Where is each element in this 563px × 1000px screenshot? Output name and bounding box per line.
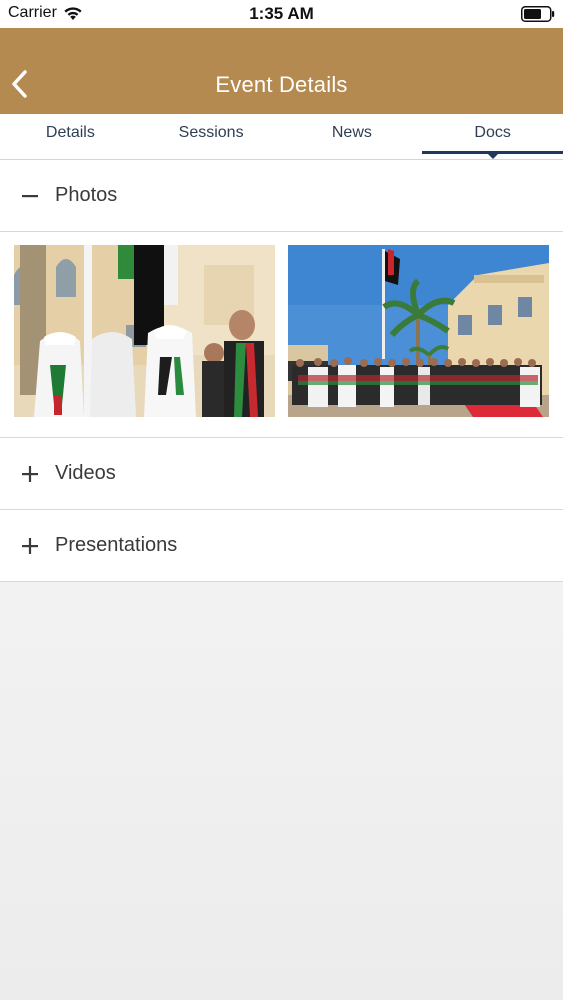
tab-label: Details (45, 124, 95, 141)
photo-flag-ceremony-closeup (14, 245, 275, 417)
battery-icon (521, 6, 555, 22)
tab-label: Docs (474, 124, 511, 141)
section-label: Presentations (55, 534, 178, 556)
photos-gallery (0, 232, 563, 438)
minus-icon (22, 194, 38, 197)
photo-thumbnail[interactable] (14, 245, 275, 417)
tab-news[interactable]: News (282, 114, 423, 159)
section-photos-header[interactable]: Photos (0, 160, 563, 232)
section-videos-header[interactable]: Videos (0, 438, 563, 510)
tab-bar: Details Sessions News Docs (0, 114, 563, 160)
status-bar: Carrier 1:35 AM (0, 0, 563, 28)
tab-label: Sessions (178, 124, 244, 141)
nav-bar: Event Details (0, 28, 563, 114)
tab-details[interactable]: Details (0, 114, 141, 159)
plus-icon (22, 465, 38, 482)
tab-label: News (331, 124, 372, 141)
section-label: Photos (55, 184, 118, 206)
plus-icon (22, 537, 38, 554)
section-label: Videos (55, 462, 116, 484)
tab-sessions[interactable]: Sessions (141, 114, 282, 159)
tab-indicator-caret (486, 153, 499, 159)
tab-docs[interactable]: Docs (422, 114, 563, 159)
photo-group-flag (288, 245, 549, 417)
page-title: Event Details (215, 72, 348, 97)
status-time: 1:35 AM (249, 4, 314, 23)
section-presentations-header[interactable]: Presentations (0, 510, 563, 582)
photo-thumbnail[interactable] (288, 245, 549, 417)
